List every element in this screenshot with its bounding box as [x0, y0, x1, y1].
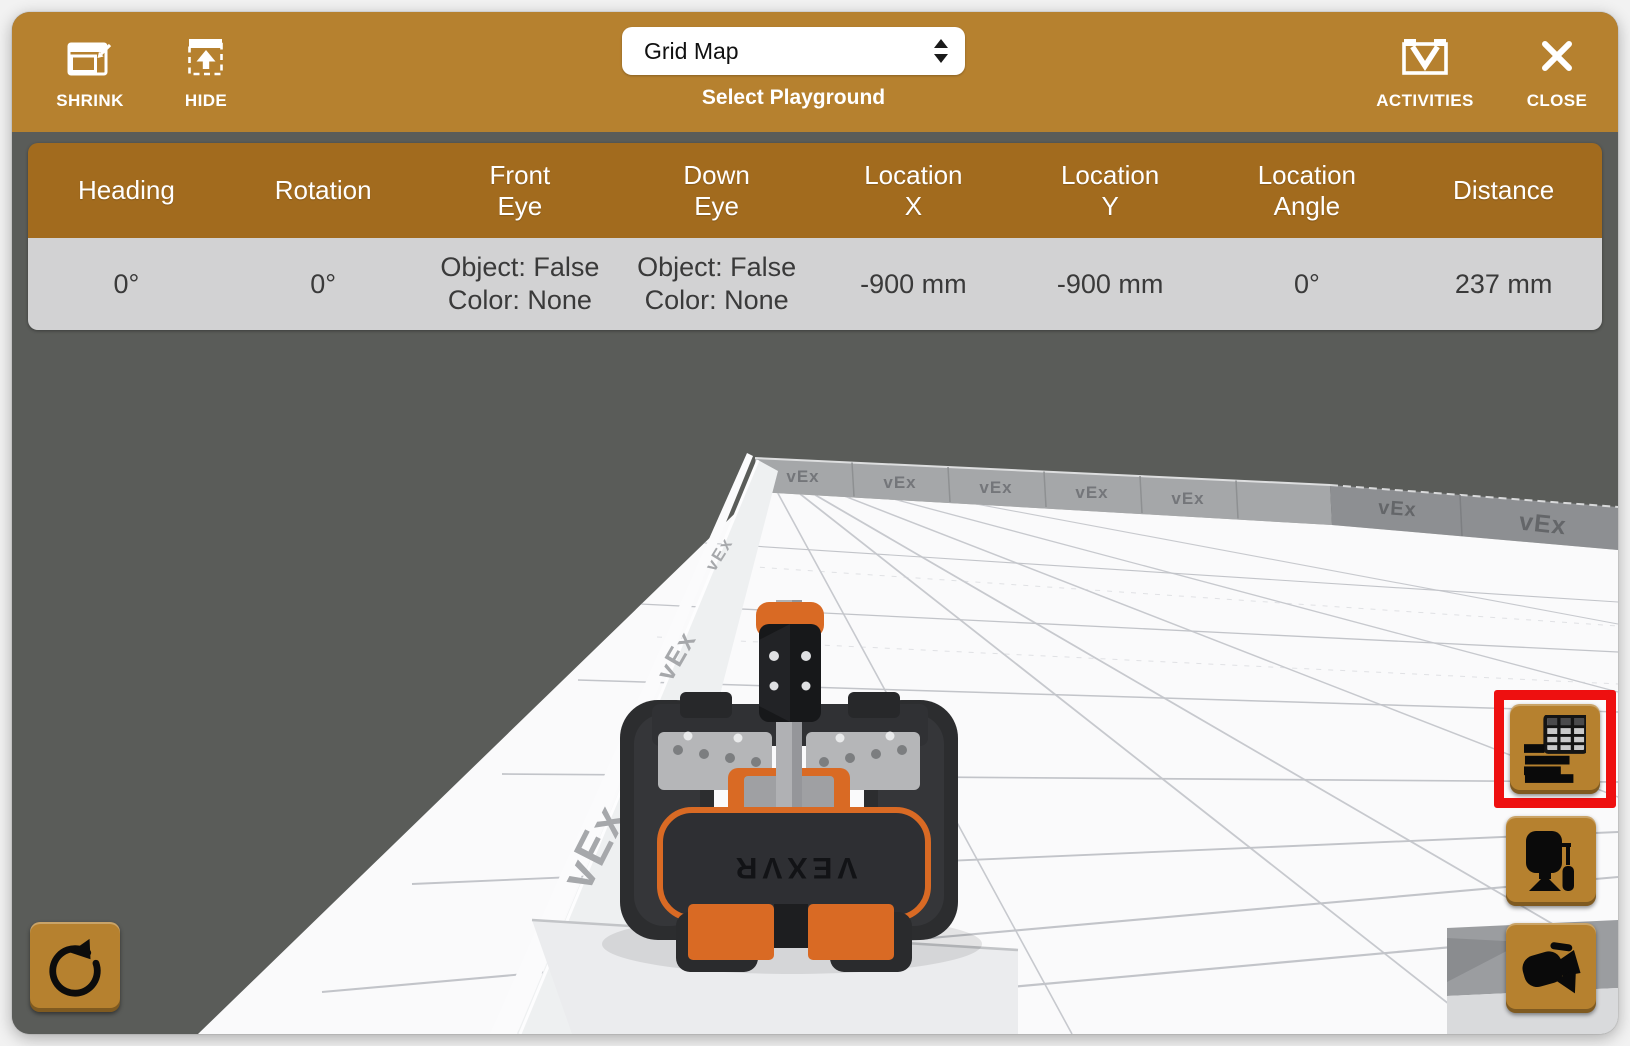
vex-wall-logo: vEx [979, 478, 1012, 497]
shrink-icon [67, 36, 113, 78]
shrink-button[interactable]: SHRINK [40, 12, 140, 132]
activities-icon [1401, 36, 1449, 78]
vex-wall-logo: vEx [1075, 483, 1108, 502]
col-header-heading: Heading [28, 143, 225, 238]
toolbar-right-group: ACTIVITIES CLOSE [1375, 12, 1592, 132]
camera-view-button[interactable] [1506, 923, 1596, 1013]
select-arrows-icon [933, 38, 949, 64]
playground-window: SHRINK HIDE Grid Map Select Pl [12, 12, 1618, 1034]
sensor-dashboard: Heading Rotation FrontEye DownEye Locati… [28, 143, 1602, 330]
playground-select-value: Grid Map [644, 38, 933, 65]
vex-wall-logo: vEx [786, 467, 819, 486]
cell-rotation: 0° [225, 238, 422, 330]
playground-select[interactable]: Grid Map [622, 27, 965, 75]
sensor-dashboard-toggle-button[interactable] [1510, 704, 1600, 794]
activities-button[interactable]: ACTIVITIES [1375, 12, 1475, 132]
vex-wall-logo: vEx [883, 473, 916, 492]
col-header-location-y: LocationY [1012, 143, 1209, 238]
playground-select-group: Grid Map Select Playground [622, 27, 965, 110]
robot-config-button[interactable] [1506, 816, 1596, 906]
sensor-table-row: 0° 0° Object: FalseColor: None Object: F… [28, 238, 1602, 330]
vex-wall-logo: vEx [1518, 508, 1568, 541]
cell-front-eye: Object: FalseColor: None [422, 238, 619, 330]
cell-distance: 237 mm [1405, 238, 1602, 330]
dashboard-button-highlight [1494, 690, 1616, 808]
close-button[interactable]: CLOSE [1522, 12, 1592, 132]
vex-wall-logo: vEx [1377, 497, 1417, 522]
cell-location-x: -900 mm [815, 238, 1012, 330]
sensor-table-header: Heading Rotation FrontEye DownEye Locati… [28, 143, 1602, 238]
toolbar-left-group: SHRINK HIDE [40, 12, 256, 132]
robot-plate-label: VEXVR [731, 851, 858, 884]
vex-wall-logo: vEx [1171, 489, 1204, 508]
hide-label: HIDE [185, 91, 227, 111]
col-header-location-angle: LocationAngle [1209, 143, 1406, 238]
cell-down-eye: Object: FalseColor: None [618, 238, 815, 330]
shrink-label: SHRINK [56, 91, 124, 111]
col-header-location-x: LocationX [815, 143, 1012, 238]
col-header-front-eye: FrontEye [422, 143, 619, 238]
activities-label: ACTIVITIES [1376, 91, 1474, 111]
hide-icon [187, 36, 225, 78]
reset-playground-button[interactable] [30, 922, 120, 1012]
playground-select-caption: Select Playground [702, 86, 885, 110]
video-camera-icon [1520, 937, 1582, 999]
cell-location-angle: 0° [1209, 238, 1406, 330]
hide-button[interactable]: HIDE [156, 12, 256, 132]
close-label: CLOSE [1527, 91, 1588, 111]
robot-pen-icon [1521, 830, 1581, 892]
close-icon [1539, 36, 1575, 78]
toolbar: SHRINK HIDE Grid Map Select Pl [12, 12, 1618, 132]
col-header-down-eye: DownEye [618, 143, 815, 238]
cell-location-y: -900 mm [1012, 238, 1209, 330]
reset-icon [44, 936, 106, 998]
cell-heading: 0° [28, 238, 225, 330]
col-header-distance: Distance [1405, 143, 1602, 238]
dashboard-icon [1524, 715, 1586, 783]
col-header-rotation: Rotation [225, 143, 422, 238]
